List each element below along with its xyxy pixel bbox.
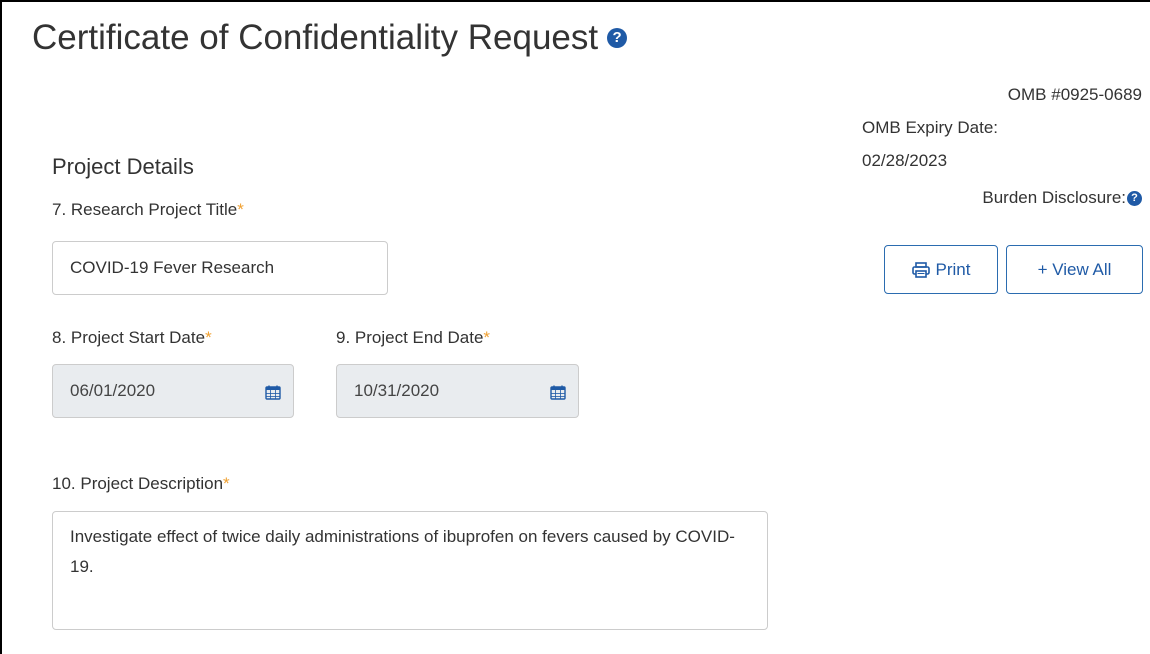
required-marker: * — [483, 328, 491, 347]
omb-expiry-date: 02/28/2023 — [862, 151, 948, 170]
end-date-input[interactable]: 10/31/2020 — [336, 364, 579, 418]
description-label: 10. Project Description* — [52, 474, 230, 494]
print-button-label: Print — [935, 259, 971, 279]
section-heading: Project Details — [52, 154, 194, 179]
required-marker: * — [223, 474, 230, 493]
calendar-icon[interactable] — [550, 385, 566, 400]
required-marker: * — [205, 328, 212, 347]
omb-number: OMB #0925-0689 — [1007, 85, 1142, 104]
page-title: Certificate of Confidentiality Request ? — [32, 18, 628, 58]
research-title-value: COVID-19 Fever Research — [70, 258, 275, 277]
calendar-icon[interactable] — [265, 385, 281, 400]
question-circle-icon[interactable]: ? — [607, 28, 628, 48]
end-date-label-text: 9. Project End Date — [336, 328, 484, 347]
required-marker: * — [237, 200, 244, 219]
burden-disclosure-label: Burden Disclosure: — [982, 188, 1126, 207]
research-title-label: 7. Research Project Title* — [52, 200, 244, 220]
burden-help-icon[interactable]: ? — [1127, 190, 1142, 206]
omb-expiry-label: OMB Expiry Date: — [862, 118, 999, 137]
start-date-label-text: 8. Project Start Date — [52, 328, 206, 347]
end-date-label: 9. Project End Date* — [336, 328, 490, 348]
view-all-button[interactable]: + View All — [1006, 245, 1143, 294]
print-icon — [911, 261, 930, 278]
end-date-value: 10/31/2020 — [354, 381, 440, 400]
description-value: Investigate effect of twice daily admini… — [70, 527, 735, 576]
start-date-label: 8. Project Start Date* — [52, 328, 212, 348]
research-title-label-text: 7. Research Project Title — [52, 200, 238, 219]
view-all-button-label: + View All — [1037, 259, 1112, 279]
burden-disclosure: Burden Disclosure: ? — [982, 188, 1142, 208]
start-date-input[interactable]: 06/01/2020 — [52, 364, 294, 418]
description-label-text: 10. Project Description — [52, 474, 224, 493]
start-date-value: 06/01/2020 — [70, 381, 156, 400]
research-title-input[interactable]: COVID-19 Fever Research — [52, 241, 388, 295]
page-title-text: Certificate of Confidentiality Request — [32, 18, 599, 57]
description-textarea[interactable]: Investigate effect of twice daily admini… — [52, 511, 768, 630]
print-button[interactable]: Print — [884, 245, 998, 294]
